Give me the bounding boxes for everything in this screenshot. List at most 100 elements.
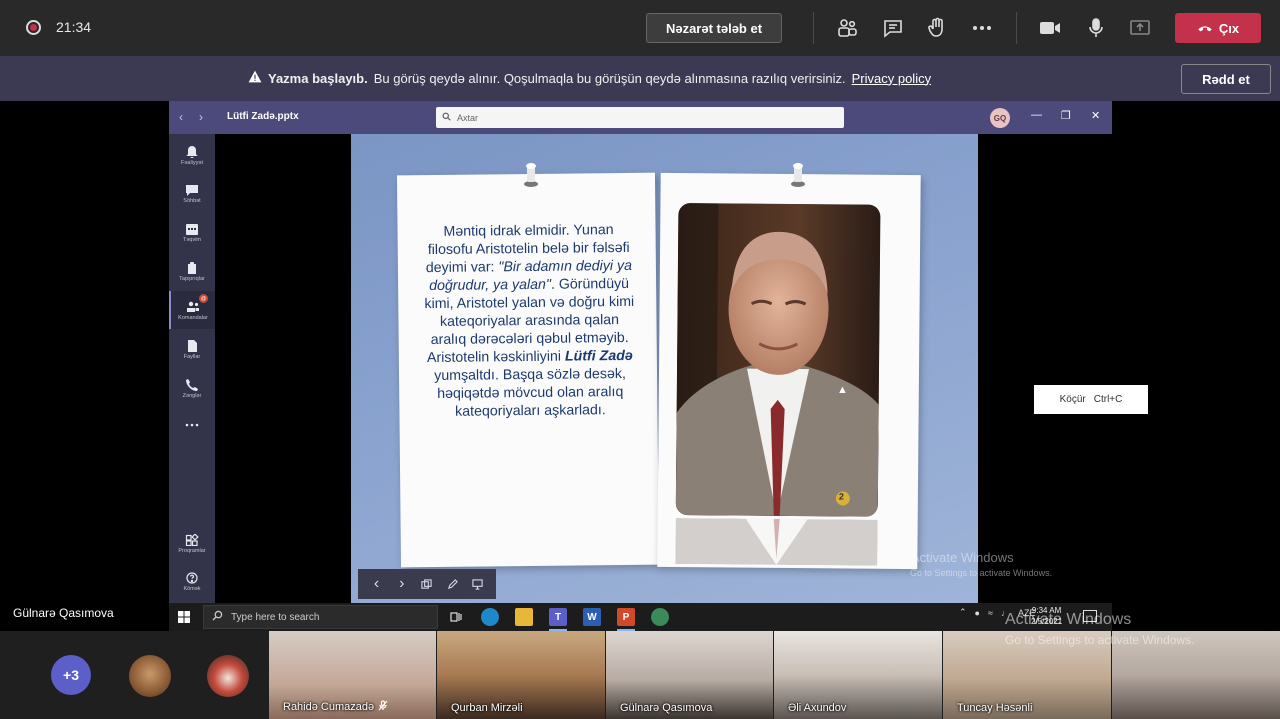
back-icon[interactable]: ‹ bbox=[179, 110, 183, 124]
more-apps-icon[interactable] bbox=[169, 406, 215, 444]
slide-body-text: Məntiq idrak elmidir. Yunan filosofu Ari… bbox=[423, 221, 635, 421]
windows-start-icon[interactable] bbox=[178, 611, 190, 623]
mention-badge: @ bbox=[199, 294, 208, 303]
request-control-button[interactable]: Nəzarət tələb et bbox=[646, 13, 782, 43]
recording-banner: Yazma başlayıb. Bu görüş qeydə alınır. Q… bbox=[0, 56, 1280, 101]
microphone-icon[interactable] bbox=[1084, 16, 1108, 40]
participant-name-label: Gülnarə Qasımova bbox=[620, 702, 712, 714]
restore-icon[interactable]: ❐ bbox=[1061, 109, 1071, 122]
activate-windows-subtitle: Go to Settings to activate Windows. bbox=[910, 568, 1053, 578]
presentation-slide: Məntiq idrak elmidir. Yunan filosofu Ari… bbox=[351, 134, 978, 603]
muted-microphone-icon bbox=[378, 700, 388, 714]
activate-windows-subtitle: Go to Settings to activate Windows. bbox=[1005, 633, 1195, 647]
leave-label: Çıx bbox=[1218, 20, 1240, 36]
photo-reflection bbox=[675, 518, 878, 566]
copy-context-tooltip[interactable]: Köçür Ctrl+C bbox=[1034, 385, 1148, 414]
presenter-name: Gülnarə Qasımova bbox=[13, 606, 114, 620]
slide-grid-icon[interactable] bbox=[420, 577, 434, 591]
rail-item-calls[interactable]: Zənglər bbox=[169, 369, 215, 407]
participant-avatar[interactable] bbox=[129, 655, 171, 697]
participants-icon[interactable] bbox=[835, 16, 859, 40]
participant-name: Əli Axundov bbox=[788, 702, 847, 714]
teams-app-icon[interactable]: T bbox=[549, 608, 567, 631]
dismiss-button[interactable]: Rədd et bbox=[1181, 64, 1271, 94]
apps-icon bbox=[185, 532, 199, 546]
shared-screen: ‹ › Lütfi Zadə.pptx Axtar GQ — ❐ ✕ Fəali… bbox=[169, 101, 1112, 603]
rail-item-files[interactable]: Fayllar bbox=[169, 330, 215, 368]
search-icon bbox=[212, 610, 223, 624]
close-icon[interactable]: ✕ bbox=[1091, 109, 1100, 122]
participant-video-tile[interactable]: Gülnarə Qasımova bbox=[606, 631, 773, 719]
search-placeholder: Axtar bbox=[457, 112, 479, 123]
app-icon[interactable] bbox=[651, 608, 669, 626]
divider bbox=[1016, 12, 1017, 44]
banner-text: Yazma başlayıb. Bu görüş qeydə alınır. Q… bbox=[248, 70, 931, 86]
copy-shortcut-label: Ctrl+C bbox=[1093, 394, 1123, 405]
warning-icon bbox=[248, 70, 262, 86]
calendar-icon bbox=[185, 222, 199, 235]
participant-name-label: Qurban Mirzəli bbox=[451, 702, 523, 714]
participant-avatar[interactable] bbox=[207, 655, 249, 697]
teams-app-rail: Fəaliyyət Söhbət Təqvim Tapşırıqlar @ Ko… bbox=[169, 134, 215, 603]
more-options-icon[interactable] bbox=[970, 16, 994, 40]
rail-item-activity[interactable]: Fəaliyyət bbox=[169, 136, 215, 174]
call-timer: 21:34 bbox=[56, 19, 92, 35]
phone-hangup-icon bbox=[1197, 21, 1213, 36]
call-control-bar: 21:34 Nəzarət tələb et Çıx bbox=[0, 0, 1280, 56]
rail-item-chat[interactable]: Söhbət bbox=[169, 174, 215, 212]
share-screen-icon[interactable] bbox=[1128, 16, 1152, 40]
forward-icon[interactable]: › bbox=[199, 110, 203, 124]
tray-microphone-icon[interactable]: ● bbox=[975, 608, 980, 618]
window-title: Lütfi Zadə.pptx bbox=[227, 111, 299, 122]
windows-search-placeholder: Type here to search bbox=[231, 611, 320, 623]
pin-icon bbox=[524, 163, 538, 187]
tray-expand-icon[interactable]: ⌃ bbox=[959, 607, 967, 618]
participant-video-tile[interactable]: Əli Axundov bbox=[774, 631, 942, 719]
chat-icon[interactable] bbox=[881, 16, 905, 40]
edge-browser-icon[interactable] bbox=[481, 608, 499, 626]
rail-item-help[interactable]: Kömək bbox=[169, 562, 215, 600]
pin-icon bbox=[791, 163, 805, 187]
slide-highlight-name: Lütfi Zadə bbox=[564, 347, 633, 365]
banner-title: Yazma başlayıb. bbox=[268, 70, 368, 86]
chat-icon bbox=[185, 183, 199, 196]
teams-search-input[interactable]: Axtar bbox=[436, 107, 844, 128]
wifi-icon[interactable]: ≈ bbox=[988, 608, 993, 618]
portrait-photo: 2 bbox=[675, 203, 881, 517]
user-avatar[interactable]: GQ bbox=[990, 108, 1010, 128]
phone-icon bbox=[185, 378, 199, 391]
divider bbox=[813, 12, 814, 44]
privacy-policy-link[interactable]: Privacy policy bbox=[852, 71, 931, 86]
windows-search-input[interactable]: Type here to search bbox=[203, 605, 438, 629]
participant-name: Tuncay Həsənli bbox=[957, 702, 1033, 714]
bell-icon bbox=[185, 145, 199, 158]
page-number-badge: 2 bbox=[838, 491, 844, 502]
slide-controls: ‹ › bbox=[358, 569, 496, 599]
rail-item-calendar[interactable]: Təqvim bbox=[169, 213, 215, 251]
next-slide-icon[interactable]: › bbox=[395, 575, 409, 592]
more-participants-badge[interactable]: +3 bbox=[51, 655, 91, 695]
participant-name-label: Tuncay Həsənli bbox=[957, 702, 1032, 714]
presenter-view-icon[interactable] bbox=[470, 577, 484, 591]
minimize-icon[interactable]: — bbox=[1031, 109, 1042, 121]
participant-video-tile[interactable]: Rahidə Cumazadə bbox=[269, 631, 436, 719]
raise-hand-icon[interactable] bbox=[925, 16, 949, 40]
participant-video-tile[interactable]: Qurban Mirzəli bbox=[437, 631, 605, 719]
teams-window-titlebar: ‹ › Lütfi Zadə.pptx Axtar GQ — ❐ ✕ bbox=[169, 101, 1112, 134]
pen-icon[interactable] bbox=[445, 577, 459, 591]
teams-icon bbox=[186, 300, 200, 312]
previous-slide-icon[interactable]: ‹ bbox=[370, 575, 384, 592]
task-view-icon[interactable] bbox=[447, 608, 465, 626]
leave-call-button[interactable]: Çıx bbox=[1175, 13, 1261, 43]
rail-item-teams[interactable]: @ Komandalar bbox=[169, 291, 215, 329]
rail-item-apps[interactable]: Proqramlar bbox=[169, 524, 215, 562]
rail-item-assignments[interactable]: Tapşırıqlar bbox=[169, 252, 215, 290]
help-icon bbox=[185, 571, 199, 584]
file-explorer-icon[interactable] bbox=[515, 608, 533, 626]
files-icon bbox=[185, 339, 199, 352]
camera-icon[interactable] bbox=[1038, 16, 1062, 40]
mouse-cursor-icon: ▲ bbox=[837, 384, 848, 396]
copy-action-label: Köçür bbox=[1059, 394, 1086, 405]
word-app-icon[interactable]: W bbox=[583, 608, 601, 626]
powerpoint-app-icon[interactable]: P bbox=[617, 608, 635, 631]
